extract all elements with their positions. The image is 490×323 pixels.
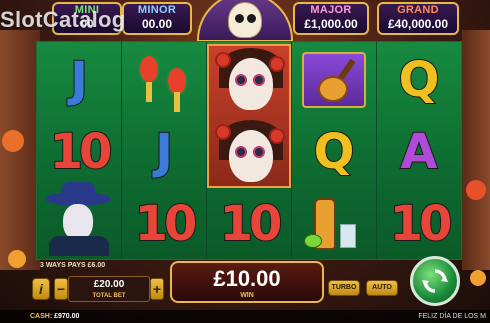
skull-eye	[235, 14, 244, 23]
status-bar: CASH: £970.00 FELIZ DÍA DE LOS M	[0, 310, 490, 323]
cash-display: CASH: £970.00	[30, 313, 79, 320]
rose-icon	[269, 128, 285, 144]
dapper-skull-man-symbol	[41, 182, 117, 256]
symbol-j: J	[154, 124, 174, 180]
guitar-symbol	[302, 52, 366, 108]
reel-2: J 10	[122, 42, 206, 259]
total-bet-display: £20.00 TOTAL BET	[68, 276, 150, 302]
turbo-button[interactable]: TURBO	[328, 280, 360, 296]
guitar-icon	[318, 76, 348, 102]
symbol-j: J	[69, 52, 89, 108]
jackpot-grand-value: £40,000.00	[387, 17, 449, 31]
cash-value: £970.00	[54, 313, 80, 320]
symbol-10: 10	[134, 196, 199, 252]
right-decor	[462, 30, 490, 270]
control-panel: i − £20.00 TOTAL BET + £10.00 WIN TURBO …	[26, 256, 466, 308]
jackpot-major-label: MAJOR	[310, 4, 352, 16]
reel-cell: J	[122, 116, 206, 188]
reel-cell: 10	[122, 188, 206, 260]
suit	[49, 236, 109, 256]
marigold-icon	[2, 130, 24, 152]
lime-icon	[304, 234, 322, 248]
jackpot-minor-value: 00.00	[141, 17, 173, 31]
jackpot-grand-label: GRAND	[397, 4, 439, 16]
spin-button[interactable]	[410, 256, 460, 306]
jackpot-major-value: £1,000.00	[304, 17, 358, 31]
bet-increase-button[interactable]: +	[150, 278, 164, 300]
reel-grid: J 10 J 10 10 Q Q A 10	[36, 41, 462, 260]
total-bet-value: £20.00	[93, 279, 125, 290]
maraca-icon	[138, 54, 160, 84]
jackpot-major: MAJOR £1,000.00	[293, 2, 369, 35]
rose-icon	[269, 56, 285, 72]
win-value: £10.00	[213, 266, 281, 291]
game-name: FELIZ DÍA DE LOS M	[418, 313, 486, 320]
reel-cell: 10	[207, 188, 291, 260]
catrina-eye	[235, 74, 247, 86]
rose-icon	[215, 124, 231, 140]
skull-face	[63, 204, 93, 240]
rose-icon	[215, 52, 231, 68]
watermark: SlotCatalog	[0, 7, 126, 32]
symbol-10: 10	[389, 196, 454, 252]
reel-5: Q A 10	[377, 42, 461, 259]
jackpot-grand: GRAND £40,000.00	[377, 2, 459, 35]
reel-cell	[122, 44, 206, 116]
win-label: WIN	[240, 292, 254, 299]
marigold-icon	[470, 270, 486, 286]
symbol-10: 10	[49, 124, 114, 180]
tequila-symbol	[302, 194, 366, 254]
marigold-icon	[466, 180, 486, 200]
catrina-lady-symbol	[207, 44, 291, 188]
symbol-q: Q	[398, 52, 441, 108]
glass-icon	[340, 224, 356, 248]
win-display: £10.00 WIN	[170, 261, 324, 303]
symbol-a: A	[399, 124, 438, 180]
catrina-eye	[253, 146, 265, 158]
marigold-icon	[8, 250, 26, 268]
cash-label: CASH:	[30, 313, 53, 320]
sugar-skull-icon	[228, 2, 262, 38]
total-bet-label: TOTAL BET	[92, 293, 126, 299]
ways-pays-text: 3 WAYS PAYS £6.00	[40, 262, 106, 269]
reel-cell: A	[377, 116, 461, 188]
reel-cell: J	[37, 44, 121, 116]
reel-1: J 10	[37, 42, 121, 259]
reel-cell: Q	[292, 116, 376, 188]
skull-eye	[247, 14, 256, 23]
symbol-q: Q	[313, 124, 356, 180]
jackpot-minor-label: MINOR	[137, 4, 177, 16]
symbol-10: 10	[219, 196, 284, 252]
catrina-eye	[235, 146, 247, 158]
reel-cell: Q	[377, 44, 461, 116]
jackpot-minor: MINOR 00.00	[122, 2, 192, 35]
reel-3: 10	[207, 42, 291, 259]
maracas-symbol	[132, 52, 196, 112]
game-scene: MINI 00 MINOR 00.00 MAJOR £1,000.00 GRAN…	[0, 0, 490, 323]
reel-cell: 10	[377, 188, 461, 260]
bet-decrease-button[interactable]: −	[54, 278, 68, 300]
info-button[interactable]: i	[32, 278, 50, 300]
maraca-handle	[174, 92, 180, 112]
reel-cell: 10	[37, 116, 121, 188]
auto-button[interactable]: AUTO	[366, 280, 398, 296]
reel-4: Q	[292, 42, 376, 259]
reel-cell	[292, 188, 376, 260]
spin-arrows-icon	[422, 269, 448, 293]
catrina-eye	[253, 74, 265, 86]
reel-cell	[292, 44, 376, 116]
maraca-handle	[146, 82, 152, 102]
